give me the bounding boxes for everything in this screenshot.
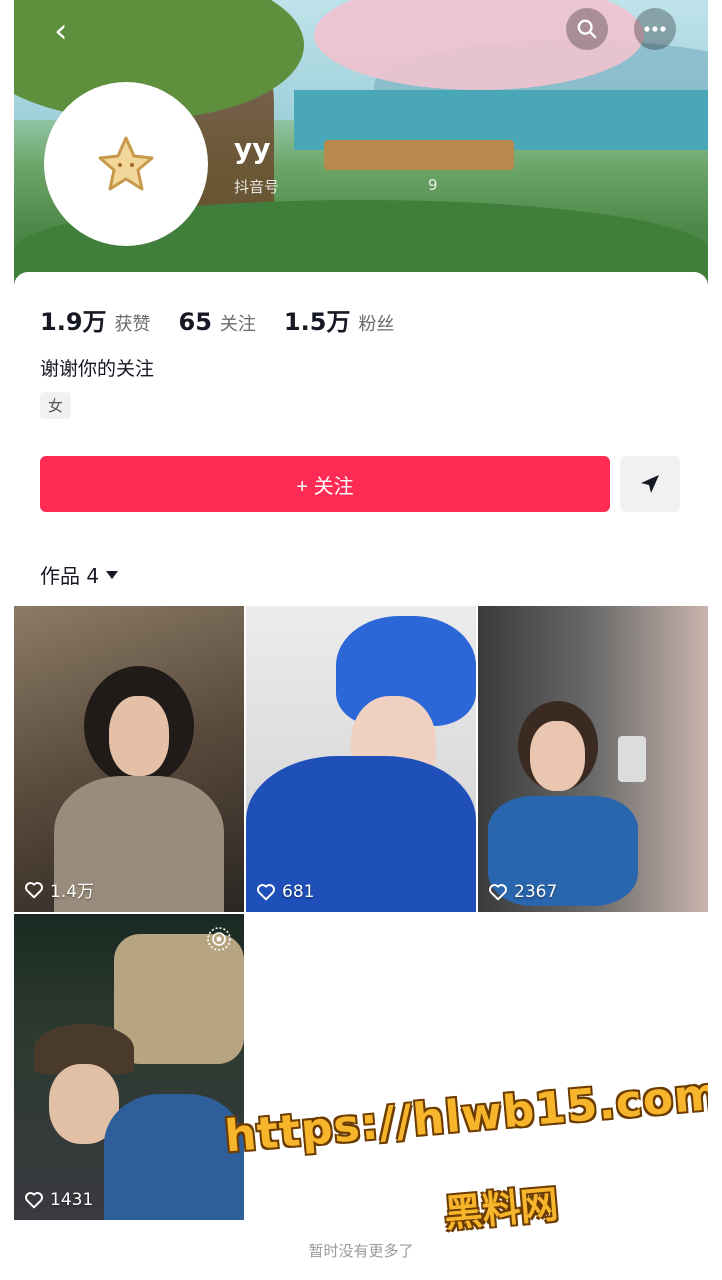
more-icon xyxy=(644,26,666,32)
heart-icon xyxy=(25,881,43,898)
watermark-site: 黑料网 xyxy=(442,1182,561,1236)
caret-down-icon xyxy=(106,570,119,579)
works-tab[interactable]: 作品 4 xyxy=(40,560,119,589)
douyin-id-label: 抖音号 xyxy=(234,178,280,196)
likes-count: 1.9万 xyxy=(40,308,107,336)
heart-icon xyxy=(489,884,507,901)
username: yy xyxy=(234,132,271,165)
works-label: 作品 4 xyxy=(40,564,100,588)
live-photo-icon xyxy=(207,927,231,951)
star-avatar-icon xyxy=(98,136,154,191)
follow-button[interactable]: + 关注 xyxy=(40,456,610,512)
profile-screen: ‹ yy 抖音号 9 1.9万 获赞 65 关注 1.5万 粉丝 谢谢你的关注 … xyxy=(14,0,708,1280)
like-count: 1431 xyxy=(24,1190,93,1210)
followers-count[interactable]: 1.5万 xyxy=(284,302,351,337)
gender-tag: 女 xyxy=(40,392,72,419)
like-count: 1.4万 xyxy=(24,877,94,902)
search-button[interactable] xyxy=(566,8,608,50)
video-tile[interactable]: 681 xyxy=(246,606,476,912)
heart-icon xyxy=(25,1192,43,1209)
back-button[interactable]: ‹ xyxy=(54,14,68,48)
stats-row: 1.9万 获赞 65 关注 1.5万 粉丝 xyxy=(40,302,422,337)
like-count: 2367 xyxy=(488,882,557,902)
followers-label[interactable]: 粉丝 xyxy=(358,310,394,336)
cover-banner: ‹ yy 抖音号 9 xyxy=(14,0,708,300)
video-tile[interactable]: 1.4万 xyxy=(14,606,244,912)
douyin-id-value[interactable]: 9 xyxy=(428,176,438,194)
search-icon xyxy=(577,19,597,39)
more-button[interactable] xyxy=(634,8,676,50)
following-label[interactable]: 关注 xyxy=(220,310,256,336)
heart-icon xyxy=(257,884,275,901)
share-button[interactable] xyxy=(620,456,680,512)
video-tile[interactable]: 2367 xyxy=(478,606,708,912)
like-count: 681 xyxy=(256,882,314,902)
likes-label: 获赞 xyxy=(114,314,151,335)
bio-text: 谢谢你的关注 xyxy=(40,358,155,380)
send-icon xyxy=(641,475,659,493)
video-tile[interactable]: 1431 xyxy=(14,914,244,1220)
following-count[interactable]: 65 xyxy=(179,308,212,336)
avatar[interactable] xyxy=(44,82,208,246)
no-more-text: 暂时没有更多了 xyxy=(308,1242,414,1260)
